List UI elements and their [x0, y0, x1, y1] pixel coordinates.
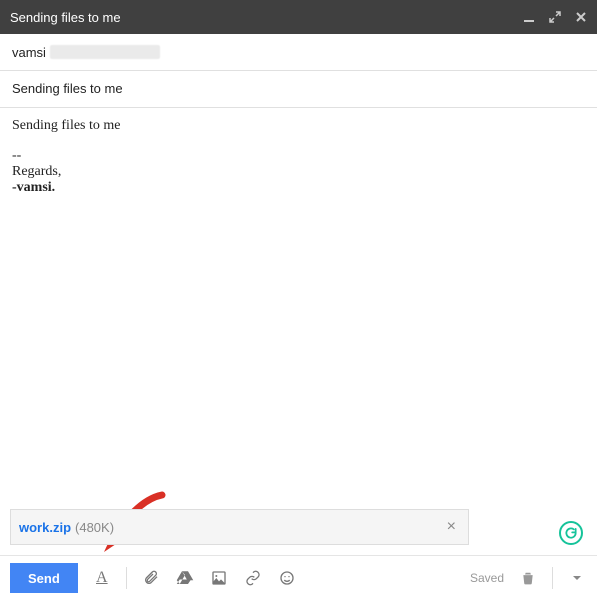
attachment-filesize: (480K): [75, 520, 114, 535]
grammarly-icon[interactable]: [559, 521, 583, 545]
send-button[interactable]: Send: [10, 563, 78, 593]
close-icon[interactable]: [575, 11, 587, 23]
message-body[interactable]: Sending files to me -- Regards, -vamsi.: [0, 108, 597, 428]
expand-icon[interactable]: [549, 11, 561, 23]
discard-draft-icon[interactable]: [518, 568, 538, 588]
compose-window: Sending files to me vamsi Sending files …: [0, 0, 597, 600]
compose-toolbar: Send A Saved: [0, 555, 597, 600]
separator: [552, 567, 553, 589]
attachment-filename: work.zip: [19, 520, 71, 535]
saved-status: Saved: [470, 571, 504, 585]
subject-field[interactable]: Sending files to me: [0, 71, 597, 108]
window-title: Sending files to me: [10, 10, 121, 25]
drive-icon[interactable]: [175, 568, 195, 588]
to-value-redacted: [50, 45, 160, 59]
attach-file-icon[interactable]: [141, 568, 161, 588]
to-value-visible: vamsi: [12, 45, 46, 60]
insert-photo-icon[interactable]: [209, 568, 229, 588]
window-controls: [523, 11, 587, 23]
attachment-chip[interactable]: work.zip (480K) ×: [10, 509, 469, 545]
minimize-icon[interactable]: [523, 11, 535, 23]
more-options-icon[interactable]: [567, 568, 587, 588]
body-text: Sending files to me: [12, 118, 585, 134]
to-field[interactable]: vamsi: [0, 34, 597, 71]
insert-link-icon[interactable]: [243, 568, 263, 588]
formatting-icon[interactable]: A: [92, 568, 112, 588]
titlebar: Sending files to me: [0, 0, 597, 34]
subject-value: Sending files to me: [12, 81, 123, 96]
remove-attachment-icon[interactable]: ×: [443, 518, 460, 536]
separator: [126, 567, 127, 589]
signature: -- Regards, -vamsi.: [12, 148, 585, 196]
insert-emoji-icon[interactable]: [277, 568, 297, 588]
